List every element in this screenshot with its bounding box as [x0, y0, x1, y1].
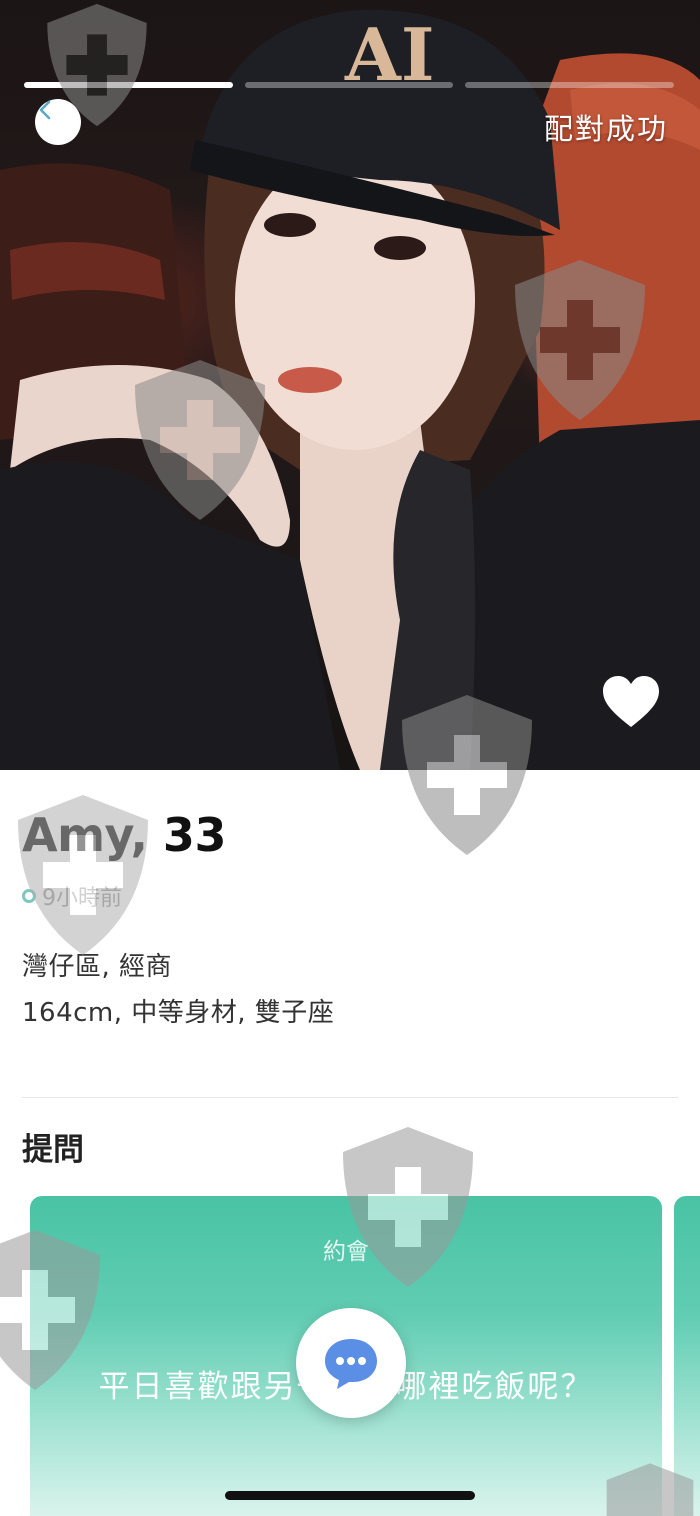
heart-icon [603, 676, 659, 727]
section-divider [22, 1097, 678, 1098]
progress-segment-2 [244, 82, 454, 88]
chat-bubble-icon [325, 1339, 377, 1389]
match-status-label: 配對成功 [543, 112, 668, 146]
profile-details-text: 164cm, 中等身材, 雙子座 [22, 998, 335, 1028]
profile-screen: AI 配對成功 Amy, 33 9小時前 灣仔區, 經商 164cm, 中等身材… [0, 0, 700, 1516]
location-job-text: 灣仔區, 經商 [22, 952, 173, 982]
like-button[interactable] [601, 675, 661, 729]
home-indicator [225, 1491, 475, 1500]
online-status-icon [22, 889, 36, 903]
question-card-tag: 約會 [323, 1239, 369, 1265]
next-question-card[interactable] [674, 1196, 700, 1516]
last-active-row: 9小時前 [22, 880, 122, 912]
questions-section-title: 提問 [22, 1132, 84, 1168]
progress-segment-1 [24, 82, 233, 88]
profile-photo[interactable]: AI 配對成功 [0, 0, 700, 770]
profile-name-age: Amy, 33 [22, 808, 226, 862]
back-button[interactable] [35, 99, 81, 145]
progress-segment-3 [465, 82, 675, 88]
chat-button[interactable] [296, 1308, 406, 1418]
photo-progress-bar [24, 82, 675, 88]
last-active-text: 9小時前 [42, 886, 122, 911]
chevron-left-icon [39, 100, 51, 120]
